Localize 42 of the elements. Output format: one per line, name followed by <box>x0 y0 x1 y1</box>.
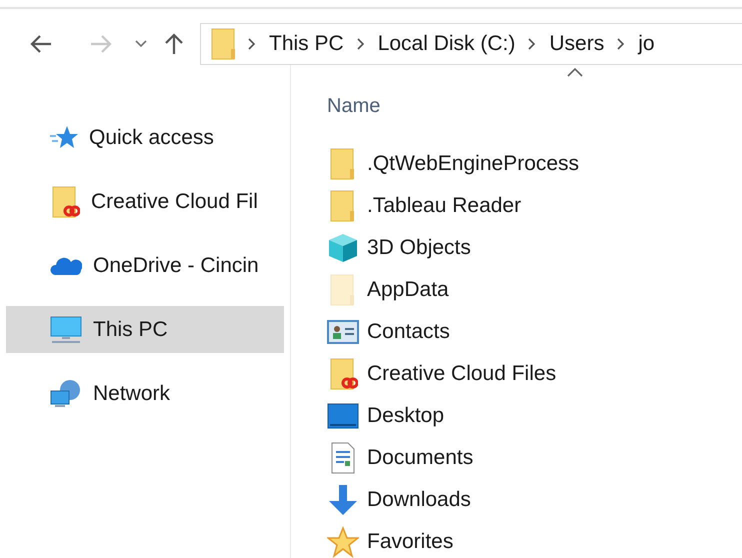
file-name[interactable]: .QtWebEngineProcess <box>367 152 580 176</box>
file-name[interactable]: Favorites <box>367 530 454 554</box>
sidebar-item[interactable]: Creative Cloud Fil <box>6 178 284 225</box>
sidebar-item[interactable]: OneDrive - Cincin <box>6 242 284 289</box>
file-name[interactable]: AppData <box>367 278 449 302</box>
up-arrow-icon <box>164 33 184 55</box>
breadcrumb-item[interactable]: Local Disk (C:) <box>374 32 520 56</box>
file-name[interactable]: Creative Cloud Files <box>367 362 556 386</box>
star-icon <box>327 526 359 558</box>
address-bar[interactable]: This PC Local Disk (C:) Users jo <box>200 23 742 65</box>
cloud-folder-icon <box>50 186 80 218</box>
chevron-right-icon <box>356 38 365 50</box>
chevron-right-icon <box>248 38 256 50</box>
breadcrumb-item[interactable]: This PC <box>265 32 348 56</box>
star-icon <box>50 124 78 150</box>
chevron-right-icon <box>528 38 536 50</box>
cloud-icon <box>50 256 82 276</box>
file-name[interactable]: Documents <box>367 446 474 470</box>
breadcrumb-item[interactable]: Users <box>545 32 608 56</box>
cube-icon <box>327 232 359 264</box>
network-icon <box>50 378 82 408</box>
computer-icon <box>50 316 82 344</box>
contact-card-icon <box>327 320 359 344</box>
file-name[interactable]: Downloads <box>367 488 471 512</box>
sidebar-item[interactable]: Quick access <box>6 114 284 161</box>
chevron-down-icon <box>135 40 147 48</box>
file-name[interactable]: Desktop <box>367 404 444 428</box>
monitor-icon <box>327 403 359 429</box>
down-arrow-icon <box>327 484 359 516</box>
file-name[interactable]: Contacts <box>367 320 450 344</box>
file-name[interactable]: 3D Objects <box>367 236 471 260</box>
sort-caret-icon <box>567 67 583 77</box>
forward-arrow-icon <box>90 34 112 54</box>
name-column-header[interactable]: Name <box>327 95 380 125</box>
breadcrumb-item[interactable]: jo <box>634 32 659 56</box>
chevron-right-icon <box>617 38 626 50</box>
cloud-folder-icon <box>328 358 358 390</box>
sidebar-item[interactable]: This PC <box>6 306 284 353</box>
document-icon <box>329 442 357 474</box>
file-name[interactable]: .Tableau Reader <box>367 194 522 218</box>
back-arrow-icon <box>30 34 52 54</box>
sidebar-item[interactable]: Network <box>6 370 284 417</box>
